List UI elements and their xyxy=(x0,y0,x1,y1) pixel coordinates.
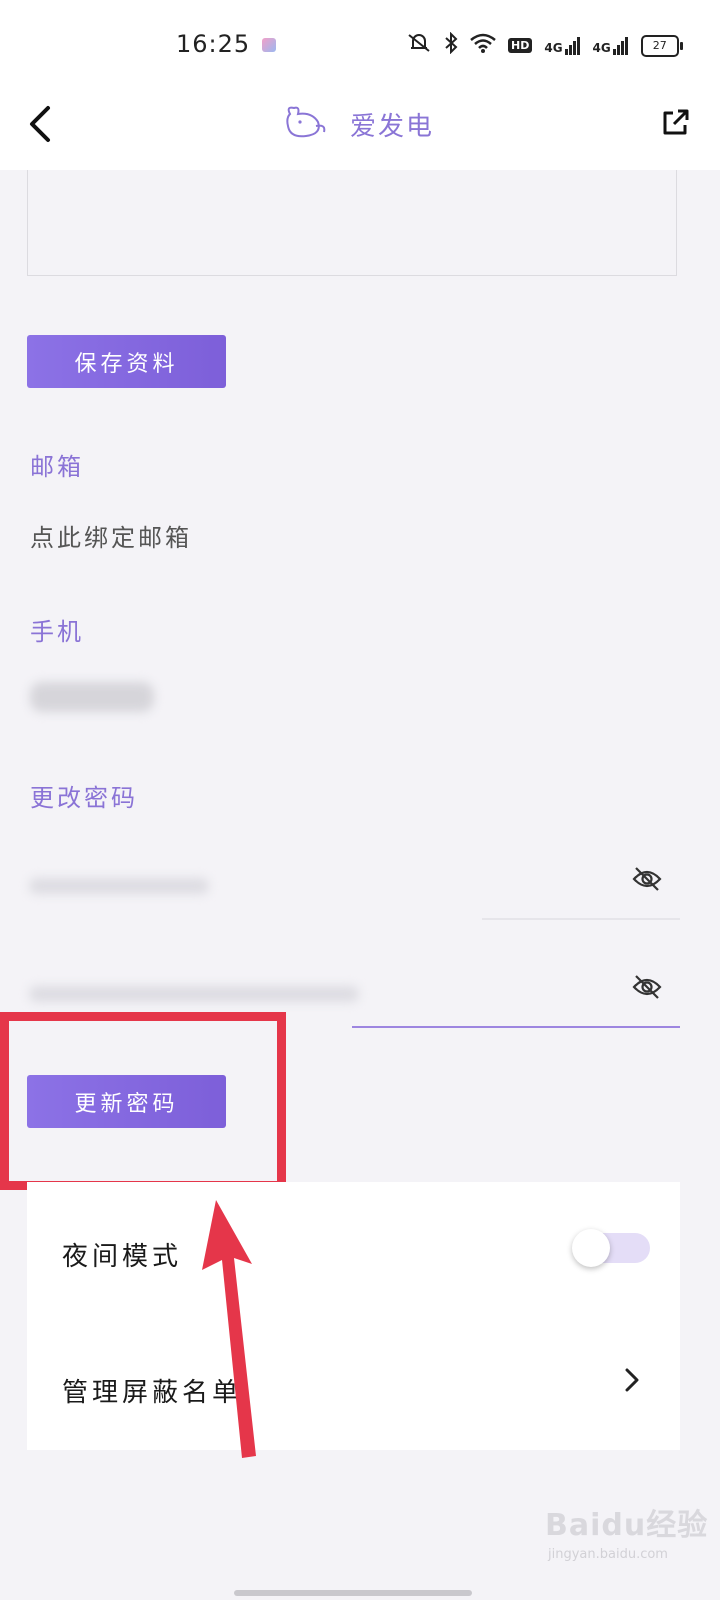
app-title: 爱发电 xyxy=(350,112,435,142)
battery-icon: 27 xyxy=(640,34,683,57)
eye-off-icon[interactable] xyxy=(632,866,662,896)
change-password-label: 更改密码 xyxy=(30,784,138,812)
network-type-2: 4G xyxy=(592,40,611,55)
eye-off-icon[interactable] xyxy=(632,974,662,1004)
chevron-right-icon[interactable] xyxy=(622,1362,642,1406)
toggle-knob[interactable] xyxy=(572,1229,610,1267)
hd-badge: HD xyxy=(508,38,533,53)
status-time: 16:25 xyxy=(176,30,251,58)
email-label: 邮箱 xyxy=(30,453,84,481)
share-button[interactable] xyxy=(660,108,690,142)
external-link-icon xyxy=(663,109,689,135)
network-type-1: 4G xyxy=(544,40,563,55)
bind-email-link[interactable]: 点此绑定邮箱 xyxy=(30,518,192,553)
field-underline xyxy=(482,918,680,920)
bio-textarea[interactable] xyxy=(27,170,677,276)
highlight-box xyxy=(0,1012,286,1190)
back-button[interactable] xyxy=(26,104,54,152)
status-icons: HD 4G 4G 27 xyxy=(406,31,683,59)
phone-value-blurred xyxy=(30,682,154,712)
password-placeholder-blurred xyxy=(29,986,359,1002)
bluetooth-icon xyxy=(444,31,458,59)
phone-label: 手机 xyxy=(30,618,84,646)
settings-card xyxy=(27,1182,680,1450)
new-password-field[interactable] xyxy=(27,842,680,920)
chevron-left-icon xyxy=(30,106,50,142)
mute-icon xyxy=(406,32,432,59)
signal-icon-1: 4G xyxy=(544,36,580,55)
password-placeholder-blurred xyxy=(29,878,209,894)
watermark-url: jingyan.baidu.com xyxy=(548,1547,668,1562)
notification-app-icon xyxy=(262,38,276,52)
night-mode-label: 夜间模式 xyxy=(62,1242,183,1272)
field-underline-focused xyxy=(352,1026,680,1028)
watermark-logo: Baidu经验 xyxy=(545,1508,709,1543)
app-logo-icon xyxy=(282,104,328,144)
save-profile-button[interactable]: 保存资料 xyxy=(27,335,226,388)
signal-icon-2: 4G xyxy=(592,36,629,55)
wifi-icon xyxy=(470,33,496,58)
annotation-arrow xyxy=(196,1200,268,1466)
home-indicator xyxy=(234,1590,472,1596)
